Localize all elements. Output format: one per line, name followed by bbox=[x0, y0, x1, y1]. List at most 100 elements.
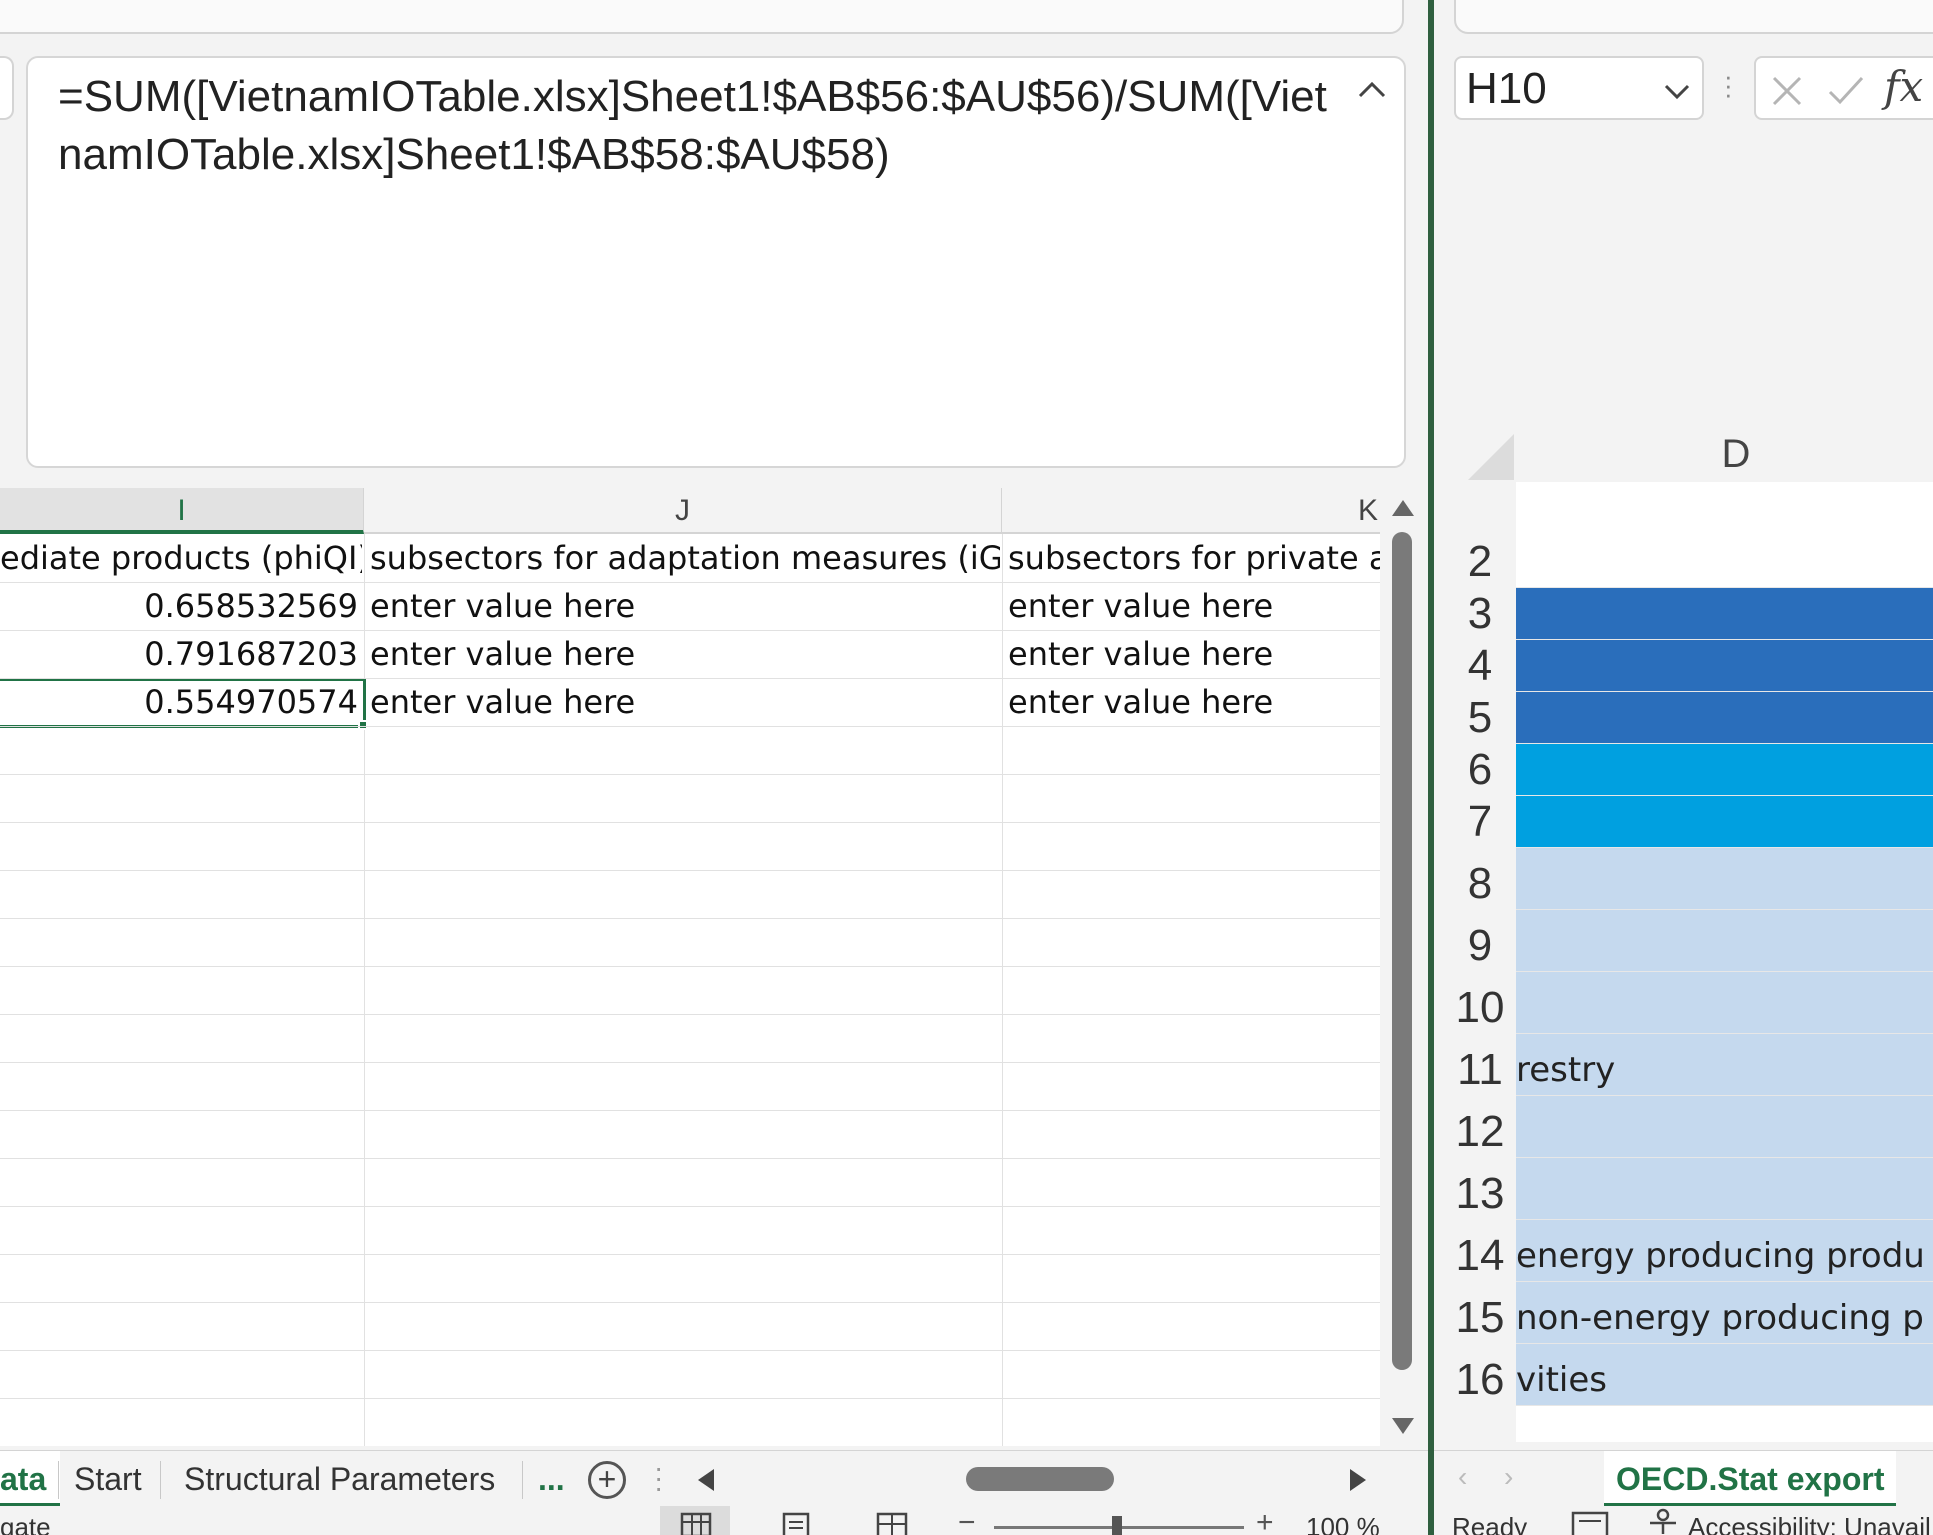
row-13-cell[interactable] bbox=[1516, 1158, 1933, 1220]
right-status-bar: Ready Accessibility: Unavail bbox=[1434, 1506, 1933, 1535]
row-12-cell[interactable] bbox=[1516, 1096, 1933, 1158]
row-header-8[interactable]: 8 bbox=[1444, 858, 1516, 910]
page-layout-button[interactable] bbox=[764, 1506, 834, 1535]
row-header-12[interactable]: 12 bbox=[1444, 1106, 1516, 1158]
page-break-preview-button[interactable] bbox=[862, 1506, 932, 1535]
sheet-tab-bar: ata Start Structural Parameters ... + · ·… bbox=[0, 1450, 1428, 1507]
row-header-6[interactable]: 6 bbox=[1444, 744, 1516, 796]
row-6-cell[interactable] bbox=[1516, 744, 1933, 796]
zoom-out-button[interactable]: − bbox=[958, 1506, 976, 1535]
cell-header-i[interactable]: ediate products (phiQI) bbox=[0, 534, 362, 582]
cell-i2[interactable]: 0.658532569 bbox=[0, 582, 358, 630]
normal-view-button[interactable] bbox=[660, 1506, 730, 1535]
formula-bar[interactable]: =SUM([VietnamIOTable.xlsx]Sheet1!$AB$56:… bbox=[26, 56, 1406, 468]
row-header-13[interactable]: 13 bbox=[1444, 1168, 1516, 1220]
row-11-text: restry bbox=[1516, 1050, 1616, 1090]
vertical-scroll-thumb[interactable] bbox=[1392, 532, 1412, 1370]
right-grid[interactable]: restry energy producing produ non-energy p… bbox=[1516, 482, 1933, 1442]
accessibility-icon[interactable] bbox=[1646, 1508, 1680, 1535]
row-5-cell[interactable] bbox=[1516, 692, 1933, 744]
status-accessibility[interactable]: Accessibility: Unavail bbox=[1688, 1512, 1931, 1535]
right-ribbon-edge bbox=[1454, 0, 1933, 34]
row-header-9[interactable]: 9 bbox=[1444, 920, 1516, 972]
gridline bbox=[0, 966, 1380, 967]
cell-j3[interactable]: enter value here bbox=[370, 630, 1000, 678]
formula-bar-splitter[interactable]: · · · bbox=[1724, 63, 1733, 107]
more-sheets-button[interactable]: ... bbox=[538, 1451, 565, 1507]
sheet-tab-oecd-stat-export[interactable]: OECD.Stat export bbox=[1604, 1451, 1897, 1507]
column-header-i[interactable]: I bbox=[0, 488, 364, 534]
left-excel-window: =SUM([VietnamIOTable.xlsx]Sheet1!$AB$56:… bbox=[0, 0, 1428, 1535]
zoom-level[interactable]: 100 % bbox=[1306, 1512, 1380, 1535]
scroll-up-icon[interactable] bbox=[1390, 498, 1416, 518]
scroll-right-icon[interactable] bbox=[1346, 1467, 1370, 1493]
insert-function-icon[interactable]: fx bbox=[1884, 62, 1923, 111]
cell-header-j[interactable]: subsectors for adaptation measures (iGA) bbox=[370, 534, 1000, 582]
enter-icon[interactable] bbox=[1826, 74, 1866, 108]
cancel-icon[interactable] bbox=[1770, 74, 1804, 108]
tab-split-handle[interactable]: · · · bbox=[654, 1454, 663, 1502]
row-header-15[interactable]: 15 bbox=[1444, 1292, 1516, 1344]
row-9-cell[interactable] bbox=[1516, 910, 1933, 972]
row-14-text: energy producing produ bbox=[1516, 1236, 1925, 1276]
page-layout-icon bbox=[782, 1512, 810, 1535]
cell-i3[interactable]: 0.791687203 bbox=[0, 630, 358, 678]
status-text: gate bbox=[0, 1512, 51, 1535]
spreadsheet-grid[interactable]: ediate products (phiQI) subsectors for a… bbox=[0, 534, 1380, 1446]
column-header-j[interactable]: J bbox=[364, 488, 1002, 534]
row-2-cell[interactable] bbox=[1516, 482, 1933, 588]
row-header-10[interactable]: 10 bbox=[1444, 982, 1516, 1034]
sheet-tab-data[interactable]: ata bbox=[0, 1451, 61, 1507]
scroll-left-icon[interactable] bbox=[694, 1467, 718, 1493]
row-header-2[interactable]: 2 bbox=[1444, 536, 1516, 588]
gridline bbox=[364, 534, 365, 1446]
sheet-tab-structural-parameters[interactable]: Structural Parameters bbox=[170, 1451, 509, 1507]
zoom-in-button[interactable]: + bbox=[1256, 1506, 1274, 1535]
fill-handle[interactable] bbox=[358, 720, 368, 730]
next-sheet-icon[interactable]: › bbox=[1504, 1461, 1513, 1493]
gridline bbox=[1002, 534, 1003, 1446]
row-16-cell[interactable]: vities bbox=[1516, 1344, 1933, 1406]
cell-k3[interactable]: enter value here bbox=[1008, 630, 1380, 678]
column-header-k[interactable]: K bbox=[1002, 488, 1380, 534]
add-sheet-button[interactable]: + bbox=[588, 1461, 626, 1499]
cell-j2[interactable]: enter value here bbox=[370, 582, 1000, 630]
row-4-cell[interactable] bbox=[1516, 640, 1933, 692]
row-3-cell[interactable] bbox=[1516, 588, 1933, 640]
row-11-cell[interactable]: restry bbox=[1516, 1034, 1933, 1096]
cell-j4[interactable]: enter value here bbox=[370, 678, 1000, 726]
chevron-down-icon[interactable] bbox=[1662, 76, 1692, 106]
scroll-down-icon[interactable] bbox=[1390, 1416, 1416, 1436]
name-box[interactable]: H10 bbox=[1454, 56, 1704, 120]
gridline bbox=[0, 1302, 1380, 1303]
collapse-formula-bar-icon[interactable] bbox=[1354, 72, 1390, 108]
select-all-corner[interactable] bbox=[1468, 434, 1514, 480]
horizontal-scroll-thumb[interactable] bbox=[966, 1467, 1114, 1491]
row-header-11[interactable]: 11 bbox=[1444, 1044, 1516, 1096]
row-8-cell[interactable] bbox=[1516, 848, 1933, 910]
cell-header-k[interactable]: subsectors for private ad bbox=[1008, 534, 1380, 582]
row-header-14[interactable]: 14 bbox=[1444, 1230, 1516, 1282]
zoom-slider-knob[interactable] bbox=[1112, 1516, 1122, 1535]
row-header-16[interactable]: 16 bbox=[1444, 1354, 1516, 1406]
cell-k2[interactable]: enter value here bbox=[1008, 582, 1380, 630]
column-header-d[interactable]: D bbox=[1516, 428, 1933, 480]
row-header-3[interactable]: 3 bbox=[1444, 588, 1516, 640]
tab-separator bbox=[58, 1461, 59, 1499]
sheet-tab-start[interactable]: Start bbox=[60, 1451, 156, 1507]
cell-k4[interactable]: enter value here bbox=[1008, 678, 1380, 726]
row-14-cell[interactable]: energy producing produ bbox=[1516, 1220, 1933, 1282]
row-7-cell[interactable] bbox=[1516, 796, 1933, 848]
row-10-cell[interactable] bbox=[1516, 972, 1933, 1034]
left-namebox-edge[interactable] bbox=[0, 56, 14, 120]
name-box-value[interactable]: H10 bbox=[1466, 64, 1547, 114]
normal-view-icon bbox=[680, 1512, 712, 1535]
gridline bbox=[0, 1350, 1380, 1351]
vertical-scrollbar[interactable] bbox=[1380, 488, 1428, 1446]
formula-text[interactable]: =SUM([VietnamIOTable.xlsx]Sheet1!$AB$56:… bbox=[58, 68, 1328, 184]
row-header-7[interactable]: 7 bbox=[1444, 796, 1516, 848]
previous-sheet-icon[interactable]: ‹ bbox=[1458, 1461, 1467, 1493]
row-header-4[interactable]: 4 bbox=[1444, 640, 1516, 692]
row-15-cell[interactable]: non-energy producing p bbox=[1516, 1282, 1933, 1344]
row-header-5[interactable]: 5 bbox=[1444, 692, 1516, 744]
